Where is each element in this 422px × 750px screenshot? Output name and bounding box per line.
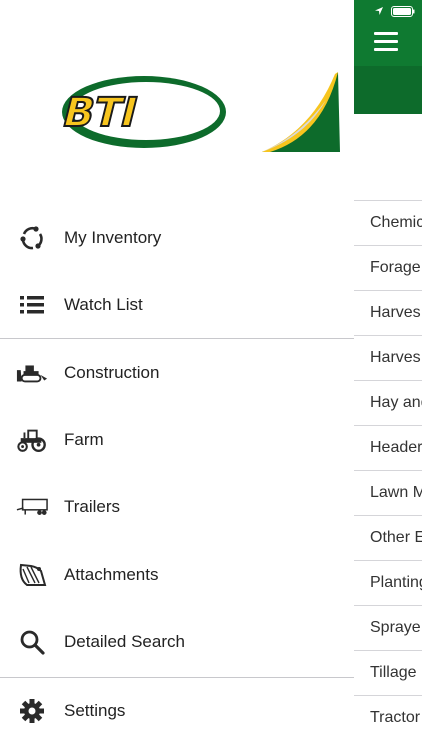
gear-icon [16, 695, 48, 727]
category-row[interactable]: Hay and [354, 380, 422, 425]
category-label: Header [370, 439, 422, 456]
category-row[interactable]: Header [354, 425, 422, 470]
menu-item-label: Attachments [64, 565, 159, 584]
list-icon [16, 289, 48, 321]
category-row[interactable]: Forage [354, 245, 422, 290]
menu-item-construction[interactable]: Construction [0, 340, 354, 406]
menu-item-settings[interactable]: Settings [0, 678, 354, 744]
tractor-icon [16, 424, 48, 456]
menu-item-label: My Inventory [64, 228, 162, 247]
menu-item-label: Watch List [64, 295, 143, 314]
category-row[interactable]: Tillage [354, 650, 422, 695]
category-label: Harves [370, 349, 421, 366]
section-divider [0, 338, 354, 339]
menu-item-label: Construction [64, 363, 160, 382]
menu-item-label: Trailers [64, 497, 121, 516]
navigation-bar [354, 0, 422, 114]
trailer-icon [16, 491, 48, 523]
menu-item-label: Farm [64, 430, 104, 449]
category-label: Lawn M [370, 484, 422, 501]
category-row[interactable]: Spraye [354, 605, 422, 650]
side-drawer: BTI My Inventory Watch List Construction… [0, 0, 354, 750]
main-content-panel: Chemic Forage Harves Harves Hay and Head… [354, 0, 422, 750]
battery-icon [391, 6, 415, 17]
category-row[interactable]: Lawn M [354, 470, 422, 515]
category-row[interactable]: Planting [354, 560, 422, 605]
category-label: Tillage [370, 664, 417, 681]
category-label: Other E [370, 529, 422, 546]
category-label: Chemic [370, 214, 422, 231]
menu-item-label: Settings [64, 701, 126, 720]
menu-item-detailed-search[interactable]: Detailed Search [0, 609, 354, 675]
category-label: Forage [370, 259, 421, 276]
bulldozer-icon [16, 357, 48, 389]
category-label: Spraye [370, 619, 421, 636]
menu-item-label: Detailed Search [64, 632, 185, 651]
category-label: Tractor [370, 709, 421, 726]
logo-lettering: BTI [58, 89, 142, 136]
category-label: Harves [370, 304, 421, 321]
category-row[interactable]: Harves [354, 335, 422, 380]
category-label: Hay and [370, 394, 422, 411]
category-row[interactable]: Chemic [354, 200, 422, 245]
bti-logo: BTI [57, 72, 340, 152]
bucket-attachment-icon [16, 559, 48, 591]
menu-item-trailers[interactable]: Trailers [0, 474, 354, 540]
menu-item-watch-list[interactable]: Watch List [0, 272, 354, 338]
search-icon [16, 626, 48, 658]
location-arrow-icon [375, 7, 383, 15]
recycle-arrows-icon [16, 222, 48, 254]
category-row[interactable]: Other E [354, 515, 422, 560]
menu-item-my-inventory[interactable]: My Inventory [0, 205, 354, 271]
hamburger-menu-icon[interactable] [374, 32, 398, 52]
logo-header: BTI [0, 0, 354, 200]
menu-item-attachments[interactable]: Attachments [0, 542, 354, 608]
category-label: Planting [370, 574, 422, 591]
category-row[interactable]: Harves [354, 290, 422, 335]
category-row[interactable]: Tractor [354, 695, 422, 740]
menu-item-farm[interactable]: Farm [0, 407, 354, 473]
